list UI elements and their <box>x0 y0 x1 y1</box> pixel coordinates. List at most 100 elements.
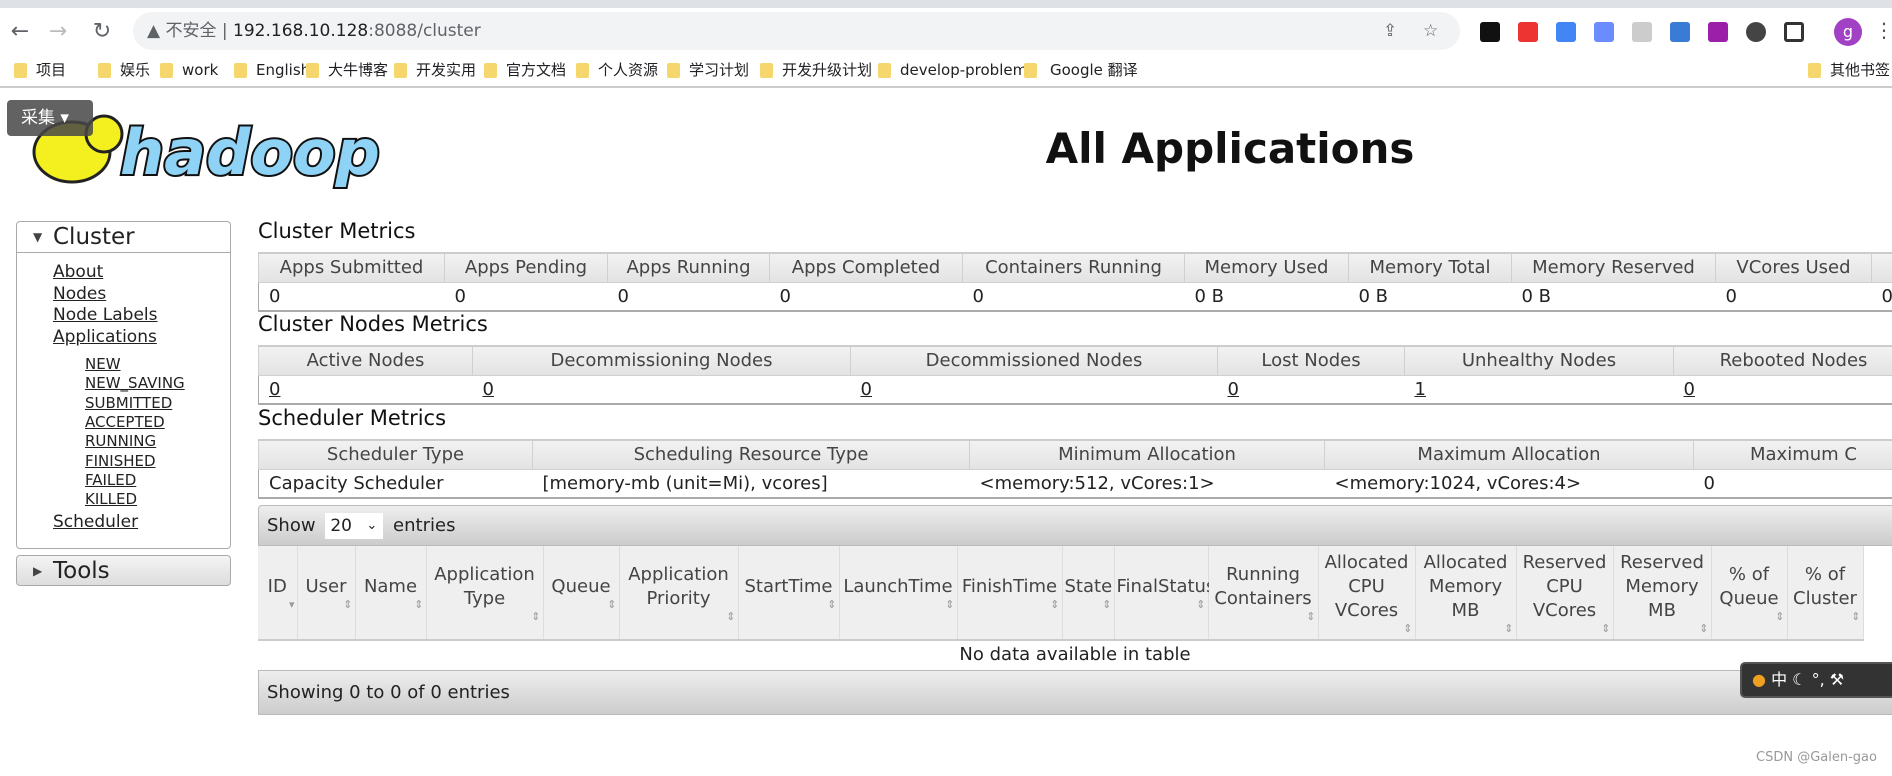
wrench-icon[interactable]: ⚒ <box>1830 670 1844 689</box>
bookmark-item[interactable]: Google 翻译 <box>1024 59 1138 81</box>
address-bar[interactable]: ▲ 不安全 | 192.168.10.128:8088/cluster ⇪ ☆ <box>133 12 1460 50</box>
sidebar-link-applications[interactable]: Applications <box>53 327 157 347</box>
metric-value: 0 <box>1693 469 1892 499</box>
page-size-value: 20 <box>330 516 352 536</box>
sidepanel-icon[interactable] <box>1784 22 1804 42</box>
sortable-column-header[interactable]: Application Type ⇕ <box>426 546 544 641</box>
sidebar-state-submitted[interactable]: SUBMITTED <box>85 394 172 412</box>
table-length-bar: Show 20 ⌄ entries <box>258 505 1892 546</box>
bookmark-item[interactable]: 学习计划 <box>667 59 749 81</box>
header-row: Apps Submitted Apps Pending Apps Running Ap… <box>258 252 1892 283</box>
sidebar-link-scheduler[interactable]: Scheduler <box>53 512 138 532</box>
sortable-column-header[interactable]: User ⇕ <box>297 546 356 641</box>
extension-icon[interactable] <box>1708 22 1728 42</box>
sidebar-link-node-labels[interactable]: Node Labels <box>53 305 158 325</box>
bookmark-item[interactable]: 个人资源 <box>576 59 658 81</box>
sidebar-state-accepted[interactable]: ACCEPTED <box>85 413 165 431</box>
sortable-column-header[interactable]: State ⇕ <box>1062 546 1115 641</box>
sortable-column-header[interactable]: Application Priority ⇕ <box>619 546 739 641</box>
forward-icon[interactable]: → <box>44 18 72 46</box>
metric-value: 0 <box>444 282 608 312</box>
sidebar-state-new_saving[interactable]: NEW_SAVING <box>85 374 185 392</box>
metric-value[interactable]: 0 <box>1673 375 1892 405</box>
empty-table-message: No data available in table <box>959 644 1191 665</box>
metric-value[interactable]: 1 <box>1404 375 1674 405</box>
punctuation-icon[interactable]: °, <box>1812 670 1825 689</box>
profile-avatar[interactable]: g <box>1834 18 1862 46</box>
column-header: Active Nodes <box>258 345 473 376</box>
column-label: Name <box>363 575 418 597</box>
metric-value[interactable]: 0 <box>472 375 851 405</box>
sidebar-link-nodes[interactable]: Nodes <box>53 284 106 304</box>
sortable-column-header[interactable]: Running Containers ⇕ <box>1208 546 1319 641</box>
column-header: Apps Pending <box>444 252 608 283</box>
bookmark-item[interactable]: 其他书签 <box>1808 59 1890 81</box>
tools-accordion-header[interactable]: ▶ Tools <box>16 555 231 586</box>
reload-icon[interactable]: ↻ <box>88 18 116 46</box>
bookmark-item[interactable]: work <box>160 59 218 81</box>
sortable-column-header[interactable]: ID ▾ <box>258 546 298 641</box>
sortable-column-header[interactable]: Name ⇕ <box>355 546 427 641</box>
browser-tab-strip <box>0 0 1892 8</box>
sortable-column-header[interactable]: % of Cluster ⇕ <box>1787 546 1864 641</box>
sort-both-icon: ⇕ <box>1102 597 1112 611</box>
column-header: Lost Nodes <box>1217 345 1405 376</box>
extension-icon[interactable] <box>1670 22 1690 42</box>
sortable-column-header[interactable]: Allocated Memory MB ⇕ <box>1415 546 1517 641</box>
translate-extension-icon[interactable] <box>1556 22 1576 42</box>
metric-link[interactable]: 1 <box>1415 379 1426 400</box>
sidebar-state-failed[interactable]: FAILED <box>85 471 136 489</box>
bookmark-item[interactable]: 官方文档 <box>484 59 566 81</box>
sortable-column-header[interactable]: LaunchTime ⇕ <box>839 546 958 641</box>
sortable-column-header[interactable]: % of Queue ⇕ <box>1711 546 1788 641</box>
column-header: Containers Running <box>962 252 1185 283</box>
puzzle-icon[interactable] <box>1746 22 1766 42</box>
metric-value[interactable]: 0 <box>258 375 473 405</box>
sidebar-link-about[interactable]: About <box>53 262 103 282</box>
metric-link[interactable]: 0 <box>269 379 280 400</box>
collect-overlay-button[interactable]: 采集 ▾ <box>7 100 93 136</box>
extension-icon[interactable] <box>1632 22 1652 42</box>
sortable-column-header[interactable]: Allocated CPU VCores ⇕ <box>1318 546 1416 641</box>
sortable-column-header[interactable]: StartTime ⇕ <box>738 546 840 641</box>
metric-value[interactable]: 0 <box>1217 375 1405 405</box>
metric-value[interactable]: 0 <box>850 375 1218 405</box>
metric-link[interactable]: 0 <box>1684 379 1695 400</box>
sidebar-state-running[interactable]: RUNNING <box>85 432 156 450</box>
metric-value: [memory-mb (unit=Mi), vcores] <box>532 469 970 499</box>
menu-icon[interactable]: ⋮ <box>1874 18 1892 42</box>
table-row: Capacity Scheduler [memory-mb (unit=Mi), … <box>258 469 1892 499</box>
bookmark-item[interactable]: English <box>234 59 310 81</box>
page-size-select[interactable]: 20 ⌄ <box>325 513 384 539</box>
bookmark-item[interactable]: 娱乐 <box>98 59 150 81</box>
sortable-column-header[interactable]: FinishTime ⇕ <box>957 546 1063 641</box>
back-icon[interactable]: ← <box>6 18 34 46</box>
extension-icon[interactable] <box>1518 22 1538 42</box>
metric-value: 0 <box>1871 282 1892 312</box>
cluster-accordion-header[interactable]: ▼ Cluster <box>17 222 230 253</box>
star-icon[interactable]: ☆ <box>1423 12 1438 50</box>
sidebar-state-new[interactable]: NEW <box>85 355 121 373</box>
bookmark-item[interactable]: 开发升级计划 <box>760 59 872 81</box>
ime-language-toggle[interactable]: 中 <box>1771 670 1787 689</box>
bookmark-item[interactable]: 开发实用 <box>394 59 476 81</box>
sortable-column-header[interactable]: Reserved CPU VCores ⇕ <box>1516 546 1614 641</box>
extension-icon[interactable] <box>1594 22 1614 42</box>
sortable-column-header[interactable]: Queue ⇕ <box>543 546 620 641</box>
metric-value: 0 <box>769 282 963 312</box>
sortable-column-header[interactable]: FinalStatus ⇕ <box>1114 546 1215 641</box>
bookmark-item[interactable]: 项目 <box>14 59 66 81</box>
bookmark-item[interactable]: develop-problems <box>878 59 1035 81</box>
metric-link[interactable]: 0 <box>483 379 494 400</box>
metric-link[interactable]: 0 <box>861 379 872 400</box>
sortable-column-header[interactable]: Reserved Memory MB ⇕ <box>1613 546 1712 641</box>
column-label: % of Queue <box>1719 563 1779 609</box>
metric-value: <memory:512, vCores:1> <box>969 469 1325 499</box>
moon-icon[interactable]: ☾ <box>1792 670 1811 689</box>
metric-link[interactable]: 0 <box>1228 379 1239 400</box>
bookmark-item[interactable]: 大牛博客 <box>306 59 388 81</box>
sidebar-state-finished[interactable]: FINISHED <box>85 452 156 470</box>
share-icon[interactable]: ⇪ <box>1383 12 1397 50</box>
sidebar-state-killed[interactable]: KILLED <box>85 490 137 508</box>
extension-icon[interactable] <box>1480 22 1500 42</box>
